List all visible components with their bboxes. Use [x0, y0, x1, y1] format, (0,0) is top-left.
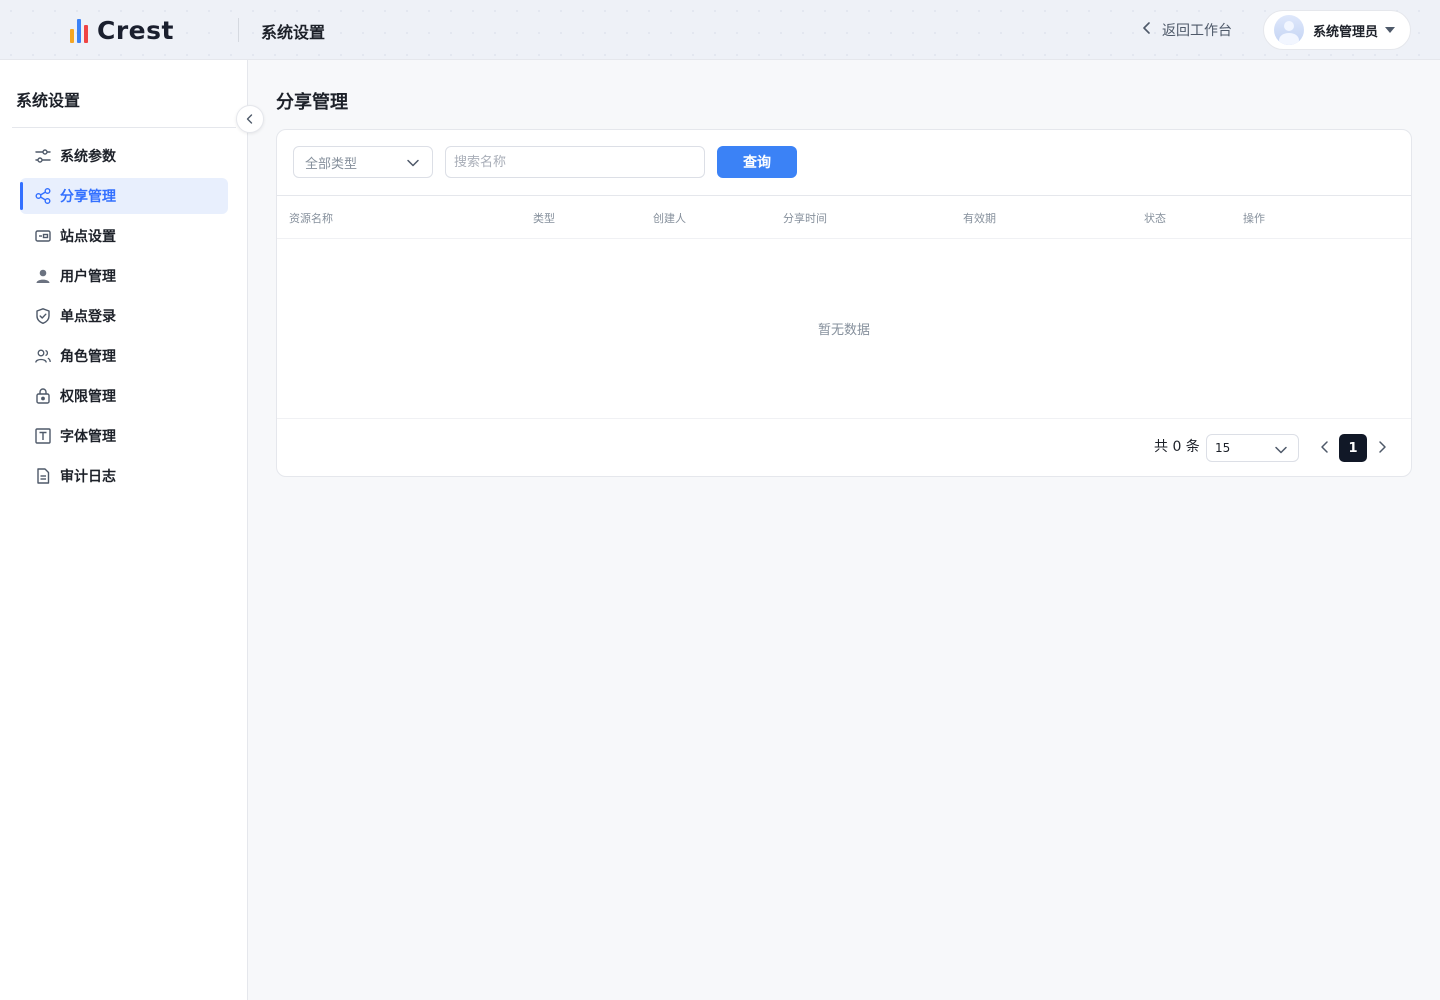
user-icon — [34, 267, 52, 285]
filter-bar: 全部类型 查询 — [277, 130, 1411, 196]
column-header-status: 状态 — [1144, 212, 1166, 225]
table-header: 资源名称 类型 创建人 分享时间 有效期 状态 操作 — [277, 196, 1411, 239]
user-name: 系统管理员 — [1313, 24, 1379, 40]
column-header-validity: 有效期 — [963, 212, 996, 225]
sidebar-item-site-settings[interactable]: 站点设置 — [20, 218, 228, 254]
empty-state: 暂无数据 — [277, 239, 1411, 419]
top-header: Crest 系统设置 返回工作台 系统管理员 — [0, 0, 1440, 60]
header-title: 系统设置 — [261, 23, 326, 42]
next-page-button[interactable] — [1372, 435, 1392, 461]
share-icon — [34, 187, 52, 205]
sidebar-item-label: 用户管理 — [60, 269, 116, 285]
page-number-button[interactable]: 1 — [1339, 434, 1367, 462]
pagination: 共 0 条 15 1 — [277, 420, 1411, 476]
sidebar-item-user-management[interactable]: 用户管理 — [20, 258, 228, 294]
shield-check-icon — [34, 307, 52, 325]
caret-down-icon — [1385, 27, 1396, 33]
column-header-actions: 操作 — [1243, 212, 1265, 225]
sidebar-item-system-params[interactable]: 系统参数 — [20, 138, 228, 174]
sidebar-item-permission-management[interactable]: 权限管理 — [20, 378, 228, 414]
lock-bag-icon — [34, 387, 52, 405]
back-to-workspace-link[interactable]: 返回工作台 — [1140, 20, 1232, 40]
column-header-resource-name: 资源名称 — [289, 212, 333, 225]
users-icon — [34, 347, 52, 365]
empty-state-text: 暂无数据 — [817, 323, 870, 338]
sidebar-item-sso[interactable]: 单点登录 — [20, 298, 228, 334]
header-divider — [238, 18, 239, 42]
sidebar-item-role-management[interactable]: 角色管理 — [20, 338, 228, 374]
chevron-left-icon — [1319, 439, 1331, 458]
column-header-type: 类型 — [533, 212, 555, 225]
sidebar-item-label: 分享管理 — [60, 189, 116, 205]
share-list-card: 全部类型 查询 资源名称 类型 创建人 分享时间 有效期 状态 操作 暂无数据 … — [276, 129, 1412, 477]
page-title: 分享管理 — [276, 92, 348, 113]
sidebar-divider — [12, 127, 236, 128]
user-menu[interactable]: 系统管理员 — [1263, 10, 1411, 50]
sidebar-collapse-button[interactable] — [236, 105, 264, 133]
type-filter-value: 全部类型 — [305, 156, 358, 172]
sidebar: 系统设置 系统参数 分享管理 站点设置 用户管理 单点登录 角色管理 权限管理 … — [0, 60, 264, 1000]
avatar — [1274, 15, 1304, 45]
page-size-select[interactable]: 15 — [1206, 434, 1299, 462]
back-link-label: 返回工作台 — [1162, 23, 1232, 39]
brand-logo[interactable]: Crest — [70, 14, 174, 46]
sidebar-item-label: 权限管理 — [60, 389, 116, 405]
sidebar-nav: 系统参数 分享管理 站点设置 用户管理 单点登录 角色管理 权限管理 字体管理 … — [20, 138, 228, 498]
column-header-creator: 创建人 — [653, 212, 686, 225]
sidebar-title: 系统设置 — [16, 91, 81, 110]
page-size-value: 15 — [1215, 441, 1231, 455]
chevron-left-icon — [244, 110, 256, 129]
total-count: 共 0 条 — [1154, 439, 1200, 455]
brand-name: Crest — [97, 15, 174, 45]
chevron-down-icon — [406, 156, 420, 174]
sidebar-item-label: 系统参数 — [60, 149, 116, 165]
sidebar-item-label: 审计日志 — [60, 469, 116, 485]
column-header-share-time: 分享时间 — [783, 212, 827, 225]
sidebar-item-share-management[interactable]: 分享管理 — [20, 178, 228, 214]
chevron-down-icon — [1274, 443, 1288, 460]
search-input[interactable] — [445, 146, 705, 178]
sidebar-item-label: 站点设置 — [60, 229, 116, 245]
sidebar-item-label: 角色管理 — [60, 349, 116, 365]
chevron-right-icon — [1376, 439, 1388, 458]
site-card-icon — [34, 227, 52, 245]
prev-page-button[interactable] — [1315, 435, 1335, 461]
font-t-icon — [34, 427, 52, 445]
sliders-icon — [34, 147, 52, 165]
sidebar-item-label: 单点登录 — [60, 309, 116, 325]
type-filter-select[interactable]: 全部类型 — [293, 146, 433, 178]
query-button[interactable]: 查询 — [717, 146, 797, 178]
document-icon — [34, 467, 52, 485]
sidebar-item-label: 字体管理 — [60, 429, 116, 445]
chevron-left-icon — [1140, 21, 1154, 39]
logo-bars-icon — [70, 17, 88, 43]
sidebar-item-audit-log[interactable]: 审计日志 — [20, 458, 228, 494]
sidebar-item-font-management[interactable]: 字体管理 — [20, 418, 228, 454]
